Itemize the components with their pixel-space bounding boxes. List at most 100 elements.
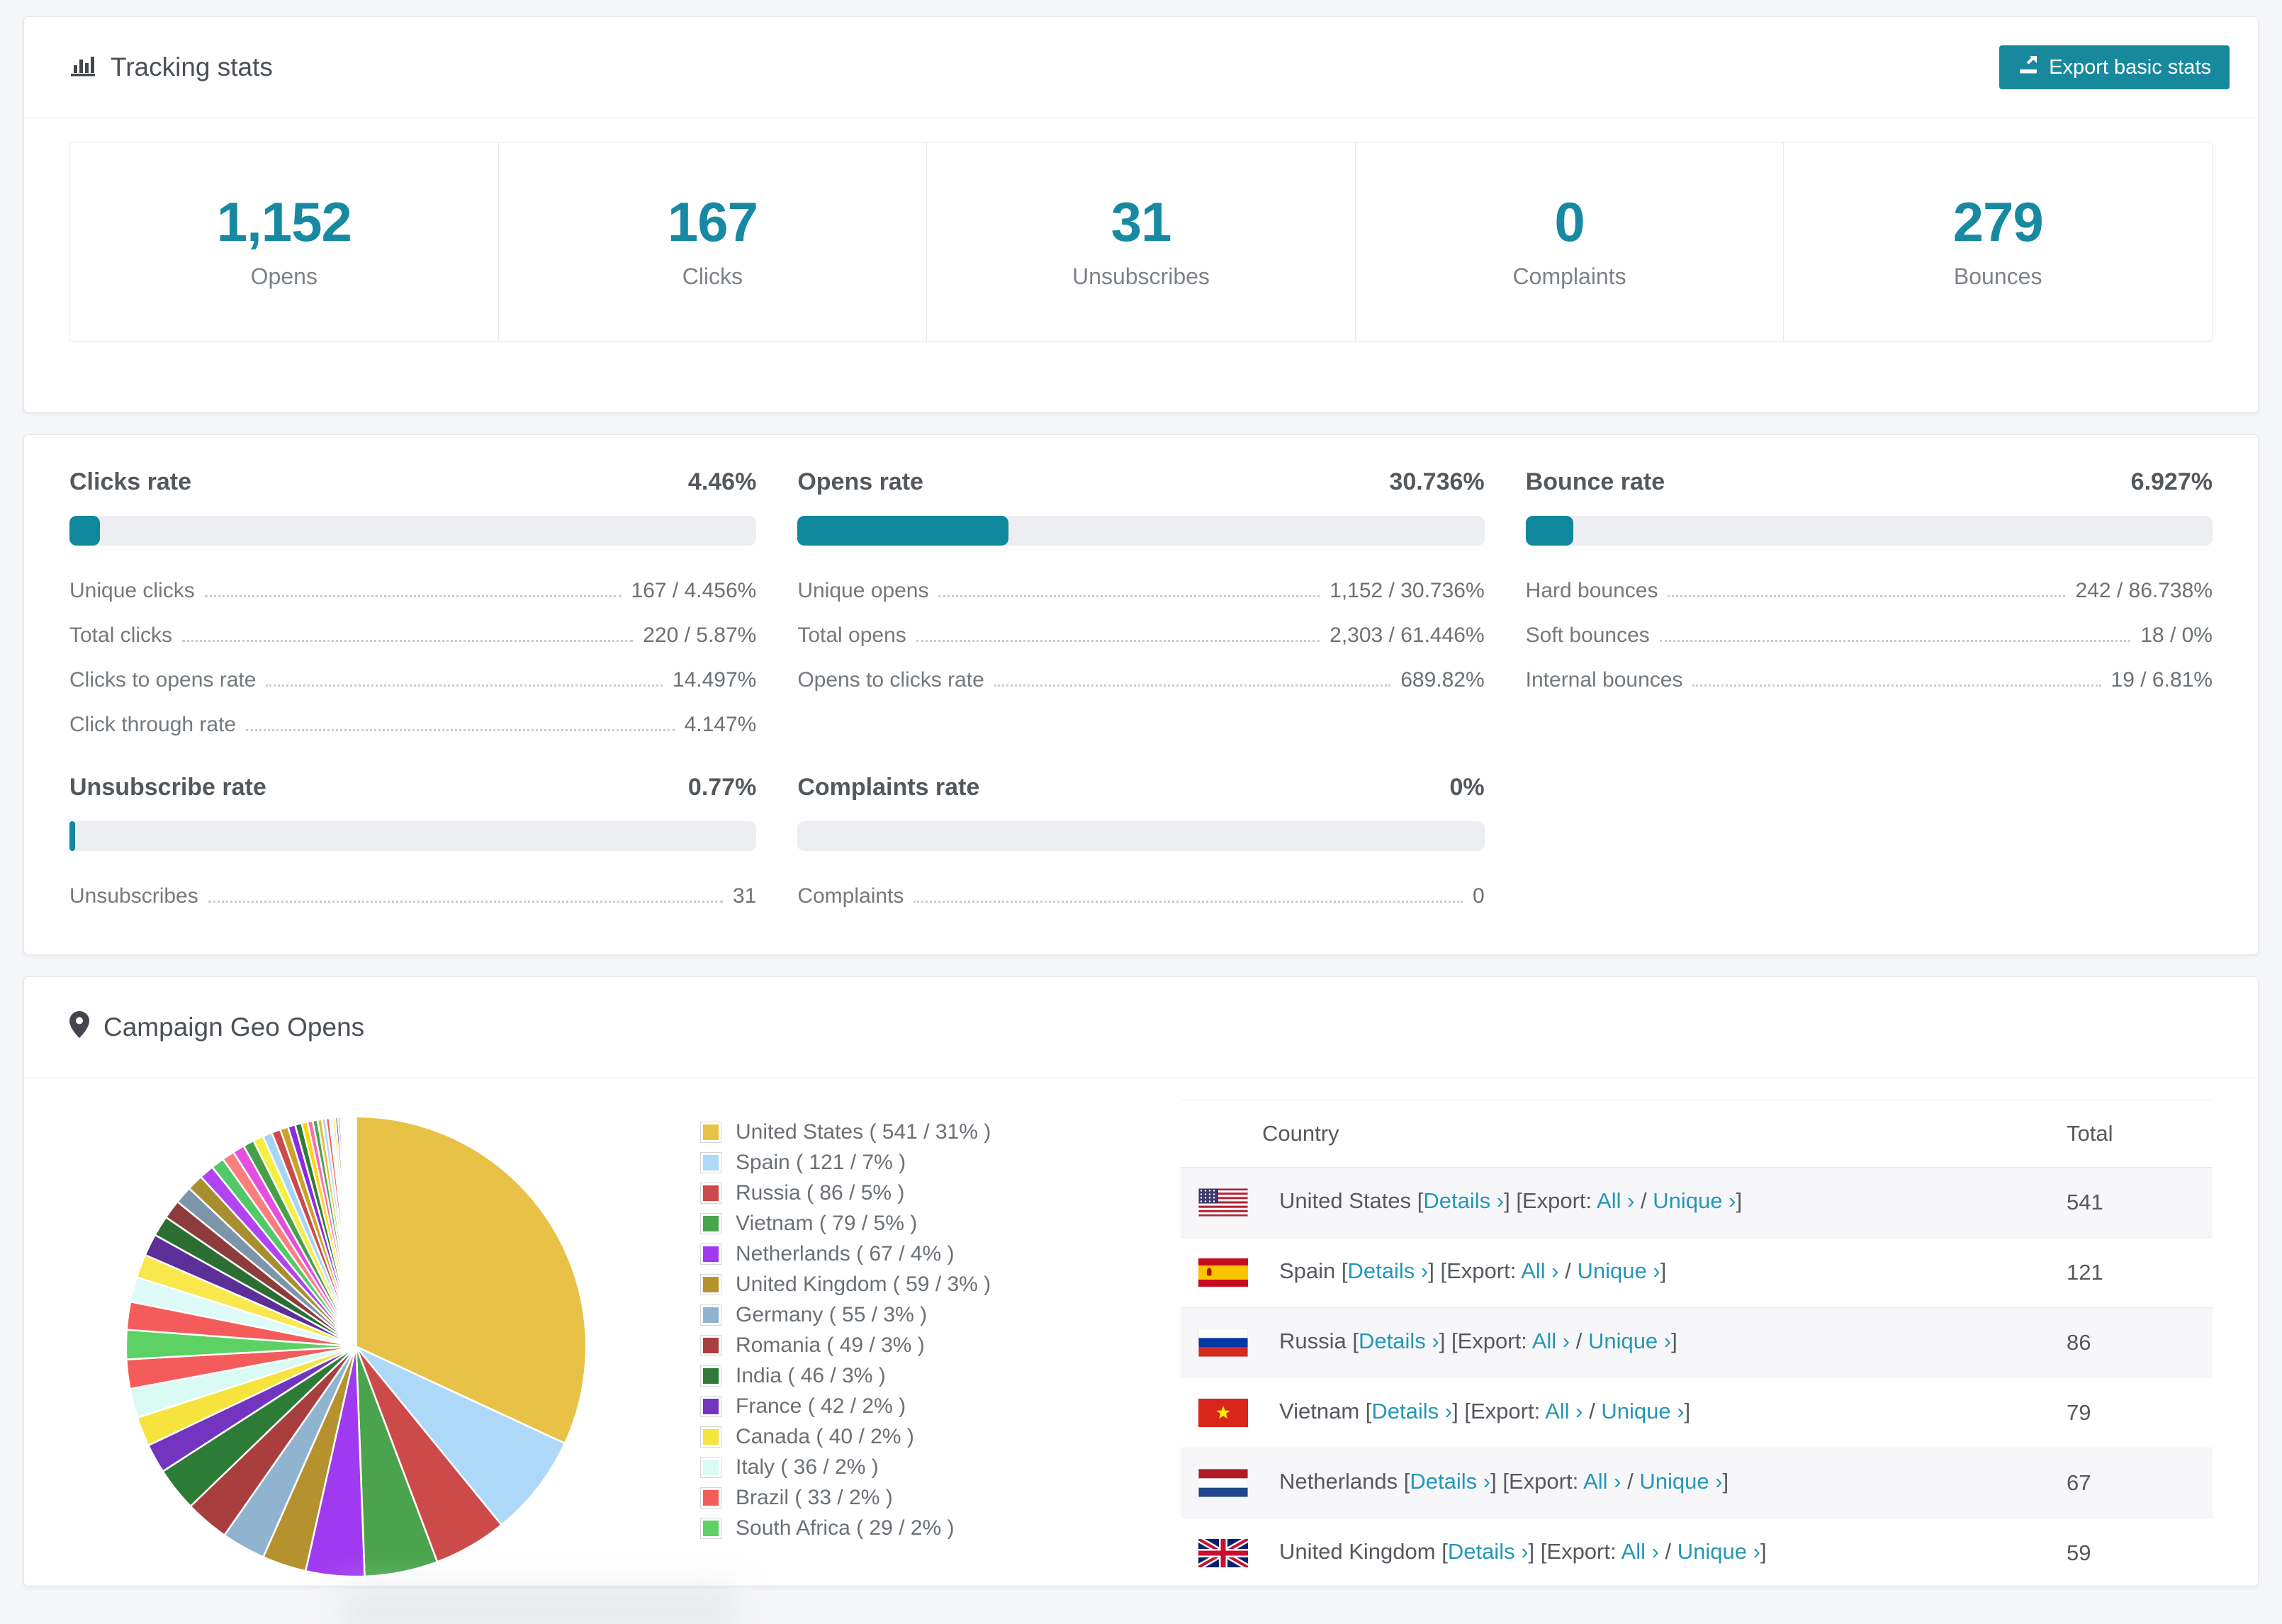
rate-row-clicks-to-opens-rate: Clicks to opens rate 14.497% — [69, 668, 757, 692]
dashboard-viewport: Tracking stats Export basic stats 1,152 … — [0, 0, 2282, 1624]
country-name: United Kingdom — [1279, 1539, 1436, 1564]
export-icon — [2018, 54, 2039, 81]
geo-table-header-row: Country Total — [1181, 1100, 2213, 1168]
export-unique-link-united-kingdom[interactable]: Unique › — [1677, 1539, 1760, 1564]
rate-title-opens-rate: Opens rate — [797, 468, 923, 495]
export-unique-link-russia[interactable]: Unique › — [1588, 1329, 1671, 1353]
geo-opens-header: Campaign Geo Opens — [24, 977, 2258, 1078]
map-pin-icon — [69, 1010, 89, 1044]
stat-value-bounces: 279 — [1952, 190, 2044, 253]
export-basic-stats-button[interactable]: Export basic stats — [1999, 45, 2230, 89]
legend-item-russia[interactable]: Russia ( 86 / 5% ) — [700, 1178, 1069, 1208]
stat-box-complaints: 0 Complaints — [1356, 142, 1784, 341]
legend-item-spain[interactable]: Spain ( 121 / 7% ) — [700, 1147, 1069, 1178]
rate-row-unsubscribes: Unsubscribes 31 — [69, 884, 757, 908]
geo-legend: United States ( 541 / 31% ) Spain ( 121 … — [700, 1117, 1069, 1543]
page: Tracking stats Export basic stats 1,152 … — [0, 0, 2282, 1586]
dotted-leader — [916, 640, 1320, 642]
geo-table-row-united-kingdom: United Kingdom [Details ›] [Export: All … — [1181, 1518, 2213, 1586]
progress-bar-bounce-rate — [1525, 516, 2213, 546]
legend-item-south-africa[interactable]: South Africa ( 29 / 2% ) — [700, 1513, 1069, 1543]
bar-chart-icon — [69, 51, 96, 84]
rate-row-hard-bounces: Hard bounces 242 / 86.738% — [1525, 579, 2213, 602]
details-link-russia[interactable]: Details › — [1359, 1329, 1439, 1353]
details-link-united-states[interactable]: Details › — [1423, 1188, 1504, 1213]
progress-bar-opens-rate — [797, 516, 1485, 546]
geo-table-row-russia: Russia [Details ›] [Export: All › / Uniq… — [1181, 1307, 2213, 1378]
legend-item-canada[interactable]: Canada ( 40 / 2% ) — [700, 1421, 1069, 1452]
tracking-stats-title: Tracking stats — [69, 51, 273, 84]
country-total: 59 — [2066, 1518, 2213, 1586]
geo-table-row-vietnam: Vietnam [Details ›] [Export: All › / Uni… — [1181, 1377, 2213, 1448]
stat-value-opens: 1,152 — [216, 190, 352, 253]
legend-swatch-icon — [700, 1334, 721, 1356]
export-all-link-russia[interactable]: All › — [1532, 1329, 1570, 1353]
legend-item-united-kingdom[interactable]: United Kingdom ( 59 / 3% ) — [700, 1269, 1069, 1299]
rates-card: Clicks rate 4.46% Unique clicks 167 / 4.… — [23, 434, 2259, 955]
rate-title-clicks-rate: Clicks rate — [69, 468, 191, 495]
country-total: 79 — [2066, 1377, 2213, 1448]
country-total: 67 — [2066, 1448, 2213, 1518]
tracking-stats-header: Tracking stats Export basic stats — [24, 17, 2258, 118]
legend-item-france[interactable]: France ( 42 / 2% ) — [700, 1391, 1069, 1421]
geo-pie-chart[interactable] — [120, 1078, 617, 1586]
geo-opens-title-text: Campaign Geo Opens — [103, 1013, 365, 1042]
export-all-link-united-states[interactable]: All › — [1597, 1188, 1634, 1213]
export-unique-link-spain[interactable]: Unique › — [1577, 1258, 1660, 1283]
export-unique-link-netherlands[interactable]: Unique › — [1639, 1469, 1722, 1494]
rate-value-complaints-rate: 0% — [1449, 774, 1485, 801]
rate-row-total-clicks: Total clicks 220 / 5.87% — [69, 624, 757, 647]
legend-item-romania[interactable]: Romania ( 49 / 3% ) — [700, 1330, 1069, 1360]
legend-swatch-icon — [700, 1121, 721, 1143]
country-name: Russia — [1279, 1329, 1347, 1354]
rate-block-unsubscribe-rate: Unsubscribe rate 0.77% Unsubscribes 31 — [69, 773, 757, 909]
export-all-link-netherlands[interactable]: All › — [1583, 1469, 1621, 1494]
stat-box-unsubscribes: 31 Unsubscribes — [927, 142, 1356, 341]
legend-item-netherlands[interactable]: Netherlands ( 67 / 4% ) — [700, 1239, 1069, 1269]
country-total: 86 — [2066, 1307, 2213, 1378]
details-link-spain[interactable]: Details › — [1348, 1258, 1429, 1283]
dotted-leader — [1692, 684, 2101, 687]
geo-table: Country Total United States [Details ›] … — [1181, 1100, 2213, 1586]
details-link-vietnam[interactable]: Details › — [1371, 1399, 1452, 1423]
country-total: 541 — [2066, 1167, 2213, 1238]
export-all-link-spain[interactable]: All › — [1521, 1258, 1558, 1283]
geo-table-row-spain: Spain [Details ›] [Export: All › / Uniqu… — [1181, 1237, 2213, 1308]
legend-swatch-icon — [700, 1365, 721, 1387]
rate-value-bounce-rate: 6.927% — [2130, 468, 2213, 495]
rate-row-total-opens: Total opens 2,303 / 61.446% — [797, 624, 1485, 647]
column-header-total: Total — [2066, 1100, 2213, 1168]
flag-vn-icon — [1198, 1399, 1248, 1427]
export-unique-link-vietnam[interactable]: Unique › — [1601, 1399, 1684, 1423]
geo-opens-card: Campaign Geo Opens United States ( 541 /… — [23, 976, 2259, 1586]
stat-value-unsubscribes: 31 — [1111, 190, 1172, 253]
dotted-leader — [1668, 595, 2066, 597]
legend-swatch-icon — [700, 1273, 721, 1295]
dotted-leader — [204, 595, 622, 597]
dotted-leader — [182, 640, 634, 642]
rate-title-unsubscribe-rate: Unsubscribe rate — [69, 774, 266, 801]
legend-item-vietnam[interactable]: Vietnam ( 79 / 5% ) — [700, 1208, 1069, 1239]
export-all-link-united-kingdom[interactable]: All › — [1621, 1539, 1659, 1564]
tracking-stats-card: Tracking stats Export basic stats 1,152 … — [23, 16, 2259, 413]
details-link-netherlands[interactable]: Details › — [1410, 1469, 1490, 1494]
legend-item-brazil[interactable]: Brazil ( 33 / 2% ) — [700, 1482, 1069, 1513]
legend-item-germany[interactable]: Germany ( 55 / 3% ) — [700, 1299, 1069, 1330]
flag-es-icon — [1198, 1258, 1248, 1287]
geo-table-row-netherlands: Netherlands [Details ›] [Export: All › /… — [1181, 1448, 2213, 1518]
stat-label-unsubscribes: Unsubscribes — [1072, 263, 1210, 289]
country-name: United States — [1279, 1188, 1412, 1214]
legend-item-italy[interactable]: Italy ( 36 / 2% ) — [700, 1452, 1069, 1482]
legend-swatch-icon — [700, 1487, 721, 1509]
progress-bar-unsubscribe-rate — [69, 821, 757, 851]
progress-fill — [69, 821, 75, 851]
details-link-united-kingdom[interactable]: Details › — [1448, 1539, 1529, 1564]
stat-box-clicks: 167 Clicks — [499, 142, 928, 341]
legend-item-india[interactable]: India ( 46 / 3% ) — [700, 1360, 1069, 1391]
legend-item-united-states[interactable]: United States ( 541 / 31% ) — [700, 1117, 1069, 1147]
export-unique-link-united-states[interactable]: Unique › — [1653, 1188, 1736, 1213]
pie-svg — [125, 1115, 588, 1578]
rate-title-complaints-rate: Complaints rate — [797, 774, 980, 801]
export-all-link-vietnam[interactable]: All › — [1545, 1399, 1583, 1423]
export-basic-stats-label: Export basic stats — [2049, 55, 2211, 79]
